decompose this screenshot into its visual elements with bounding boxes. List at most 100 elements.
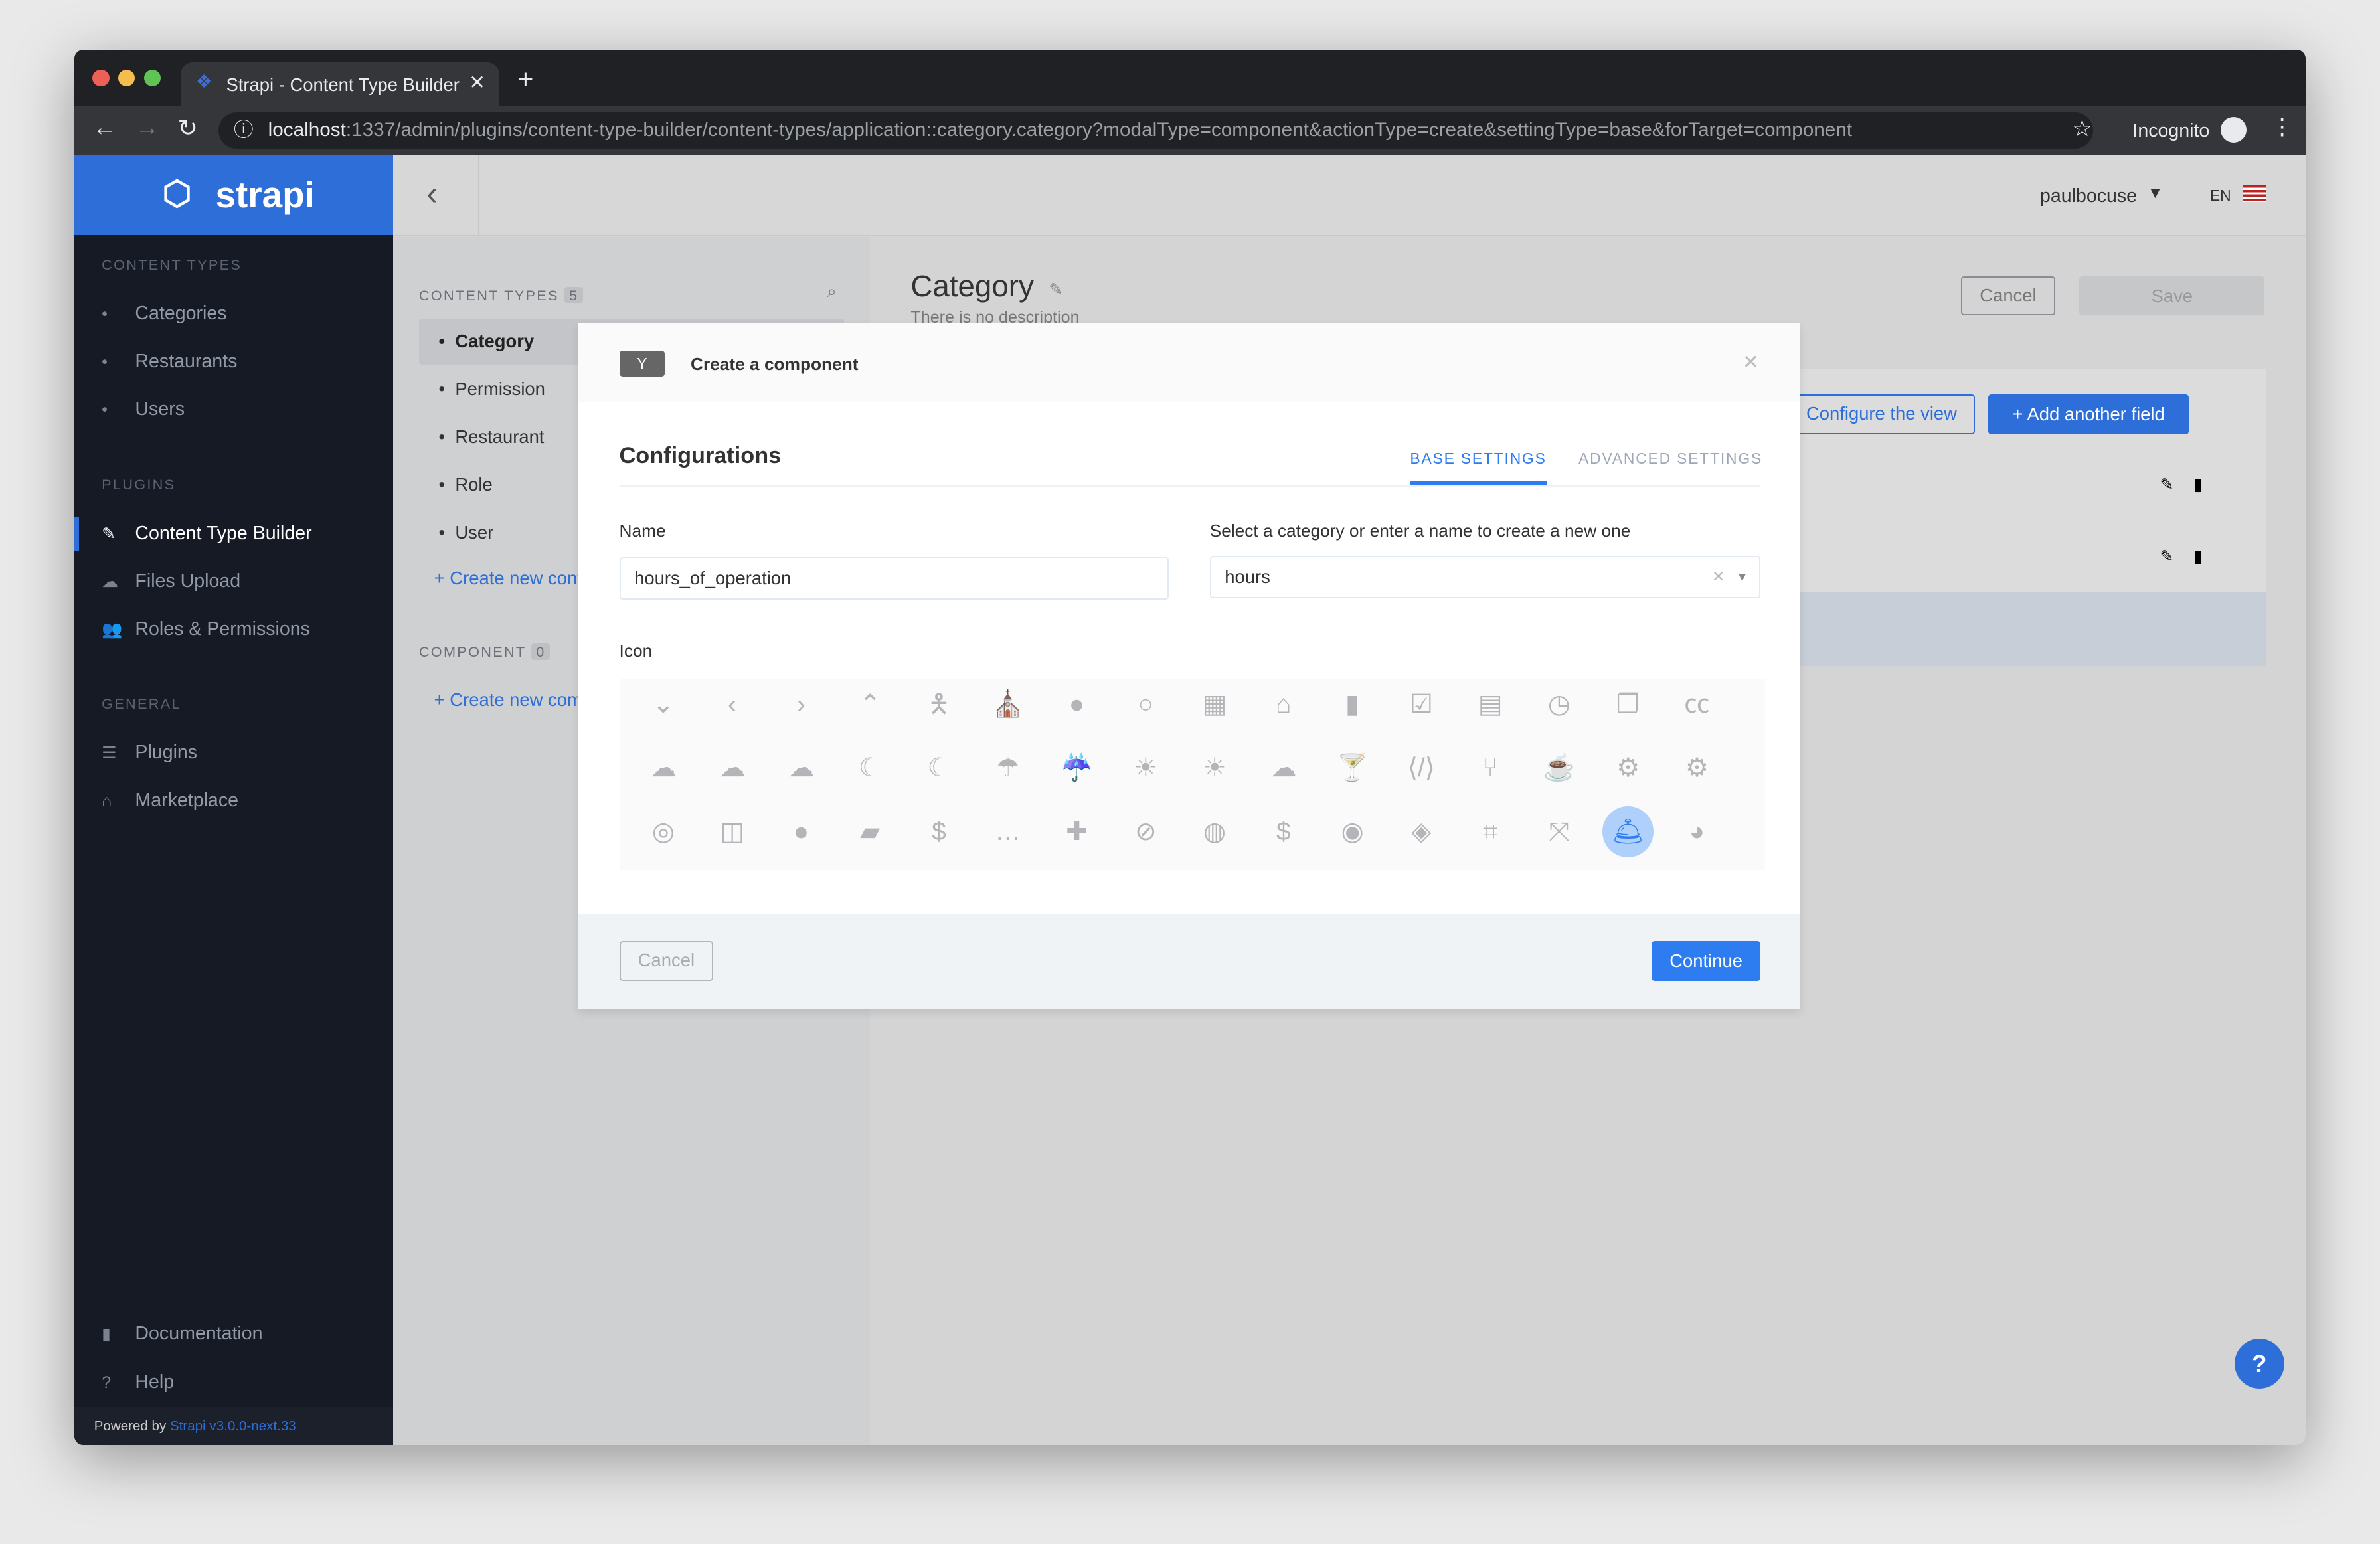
clock-icon[interactable]: ◷ <box>1533 679 1585 730</box>
comment-icon[interactable]: ● <box>776 806 827 858</box>
close-modal-icon[interactable]: ✕ <box>1742 351 1759 374</box>
city-icon[interactable]: ▦ <box>1189 679 1240 730</box>
forward-icon[interactable]: → <box>135 114 159 141</box>
cloud-rain-icon[interactable]: ☂ <box>982 742 1034 794</box>
chevron-left-icon[interactable]: ‹ <box>707 679 758 730</box>
cloud-icon[interactable]: ☁ <box>638 742 689 794</box>
cloud-sun-rain-icon[interactable]: ☀ <box>1189 742 1240 794</box>
browser-tab[interactable]: ❖ Strapi - Content Type Builder ✕ <box>180 62 499 106</box>
circle-icon[interactable]: ● <box>1051 679 1103 730</box>
cloud-upload-alt-icon[interactable]: ☁ <box>1258 742 1310 794</box>
help-button[interactable]: ? <box>2234 1338 2284 1389</box>
modal-cancel-button[interactable]: Cancel <box>619 941 714 981</box>
church-icon[interactable]: ⛪ <box>982 679 1034 730</box>
delete-field-icon[interactable]: ▮ <box>2193 547 2203 566</box>
closed-captioning-icon[interactable]: ㏄ <box>1671 679 1723 730</box>
edit-field-icon[interactable]: ✎ <box>2160 547 2174 566</box>
coffee-icon[interactable]: ☕ <box>1533 742 1585 794</box>
content-type-item[interactable]: • Category <box>439 331 535 352</box>
cookie-icon[interactable]: ◕ <box>1671 806 1723 858</box>
cloud-moon-icon[interactable]: ☾ <box>844 742 896 794</box>
bookmark-star-icon[interactable]: ☆ <box>2072 116 2092 142</box>
edit-pencil-icon[interactable]: ✎ <box>1049 280 1062 300</box>
compass-icon[interactable]: ◈ <box>1395 806 1447 858</box>
version-link[interactable]: Strapi v3.0.0-next.33 <box>170 1418 296 1434</box>
tab-advanced-settings[interactable]: ADVANCED SETTINGS <box>1578 450 1762 468</box>
clipboard-icon[interactable]: ▮ <box>1327 679 1379 730</box>
clipboard-check-icon[interactable]: ☑ <box>1395 679 1447 730</box>
content-type-item[interactable]: • Permission <box>439 379 545 400</box>
edit-field-icon[interactable]: ✎ <box>2160 475 2174 495</box>
circle-notch-icon[interactable]: ○ <box>1120 679 1171 730</box>
comments-icon[interactable]: ◍ <box>1189 806 1240 858</box>
comment-medical-icon[interactable]: ✚ <box>1051 806 1103 858</box>
dropdown-caret-icon[interactable]: ▼ <box>1737 557 1748 596</box>
content-type-item[interactable]: • Restaurant <box>439 426 545 448</box>
delete-field-icon[interactable]: ▮ <box>2193 475 2203 495</box>
clear-icon[interactable]: ✕ <box>1712 557 1725 596</box>
comment-dots-icon[interactable]: … <box>982 806 1034 858</box>
cloud-moon-rain-icon[interactable]: ☾ <box>913 742 965 794</box>
compress-arrows-alt-icon[interactable]: ⤧ <box>1533 806 1585 858</box>
create-component-link[interactable]: + Create new component <box>434 689 578 711</box>
add-field-button[interactable]: + Add another field <box>1988 394 2189 434</box>
save-button[interactable]: Save <box>2079 276 2265 316</box>
sidebar-item-categories[interactable]: • Categories <box>102 299 226 329</box>
cloud-showers-heavy-icon[interactable]: ☔ <box>1051 742 1103 794</box>
reload-icon[interactable]: ↻ <box>177 114 198 142</box>
cogs-icon[interactable]: ⚙ <box>1671 742 1723 794</box>
sidebar-item-help[interactable]: ? Help <box>102 1367 174 1398</box>
collapse-chevron-icon[interactable]: ‹ <box>426 173 438 213</box>
close-tab-icon[interactable]: ✕ <box>469 71 485 94</box>
sidebar-item-marketplace[interactable]: ⌂ Marketplace <box>102 786 238 816</box>
comment-dollar-icon[interactable]: $ <box>913 806 965 858</box>
sidebar-item-content-type-builder[interactable]: ✎ Content Type Builder <box>102 519 312 549</box>
cloud-download-alt-icon[interactable]: ☁ <box>707 742 758 794</box>
child-icon[interactable]: 🯅 <box>913 679 965 730</box>
chevron-up-icon[interactable]: ⌃ <box>844 679 896 730</box>
clone-icon[interactable]: ❐ <box>1602 679 1654 730</box>
coins-icon[interactable]: ◎ <box>638 806 689 858</box>
tab-base-settings[interactable]: BASE SETTINGS <box>1410 450 1547 485</box>
close-window-button[interactable] <box>92 70 110 87</box>
comment-alt-icon[interactable]: ▰ <box>844 806 896 858</box>
concierge-bell-icon[interactable]: 🛎 <box>1602 806 1654 858</box>
chevron-down-icon[interactable]: ⌄ <box>638 679 689 730</box>
browser-menu-icon[interactable]: ⋮ <box>2270 114 2293 140</box>
caret-down-icon[interactable]: ▼ <box>2148 184 2163 202</box>
sidebar-item-roles-permissions[interactable]: 👥 Roles & Permissions <box>102 614 310 645</box>
chevron-right-icon[interactable]: › <box>776 679 827 730</box>
category-select[interactable]: hours ✕ ▼ <box>1209 555 1761 598</box>
url-field[interactable]: ⓘ localhost:1337/admin/plugins/content-t… <box>218 112 2093 149</box>
new-tab-button[interactable]: + <box>517 64 533 95</box>
maximize-window-button[interactable] <box>144 70 161 87</box>
clinic-medical-icon[interactable]: ⌂ <box>1258 679 1310 730</box>
continue-button[interactable]: Continue <box>1651 941 1761 981</box>
content-type-item[interactable]: • User <box>439 522 494 543</box>
search-icon[interactable]: ⌕ <box>827 282 837 302</box>
comment-slash-icon[interactable]: ⊘ <box>1120 806 1171 858</box>
sidebar-item-documentation[interactable]: ▮ Documentation <box>102 1319 262 1349</box>
language-selector[interactable]: EN <box>2210 187 2231 205</box>
compact-disc-icon[interactable]: ◉ <box>1327 806 1379 858</box>
sidebar-item-users[interactable]: • Users <box>102 394 185 425</box>
minimize-window-button[interactable] <box>118 70 135 87</box>
back-icon[interactable]: ← <box>92 114 117 141</box>
content-type-item[interactable]: • Role <box>439 474 493 495</box>
sidebar-item-plugins[interactable]: ☰ Plugins <box>102 738 197 768</box>
clipboard-list-icon[interactable]: ▤ <box>1464 679 1516 730</box>
code-branch-icon[interactable]: ⑂ <box>1464 742 1516 794</box>
incognito-icon[interactable] <box>2220 116 2247 143</box>
comments-dollar-icon[interactable]: $ <box>1258 806 1310 858</box>
cloud-meatball-icon[interactable]: ☁ <box>776 742 827 794</box>
sidebar-item-restaurants[interactable]: • Restaurants <box>102 347 237 377</box>
name-input[interactable]: hours_of_operation <box>619 557 1169 600</box>
cancel-button[interactable]: Cancel <box>1961 276 2055 316</box>
cog-icon[interactable]: ⚙ <box>1602 742 1654 794</box>
columns-icon[interactable]: ◫ <box>707 806 758 858</box>
compress-icon[interactable]: ⌗ <box>1464 806 1516 858</box>
code-icon[interactable]: ⟨/⟩ <box>1395 742 1447 794</box>
cocktail-icon[interactable]: 🍸 <box>1327 742 1379 794</box>
strapi-logo[interactable]: ⬡ strapi <box>74 155 393 236</box>
create-content-type-link[interactable]: + Create new content type <box>434 568 578 589</box>
